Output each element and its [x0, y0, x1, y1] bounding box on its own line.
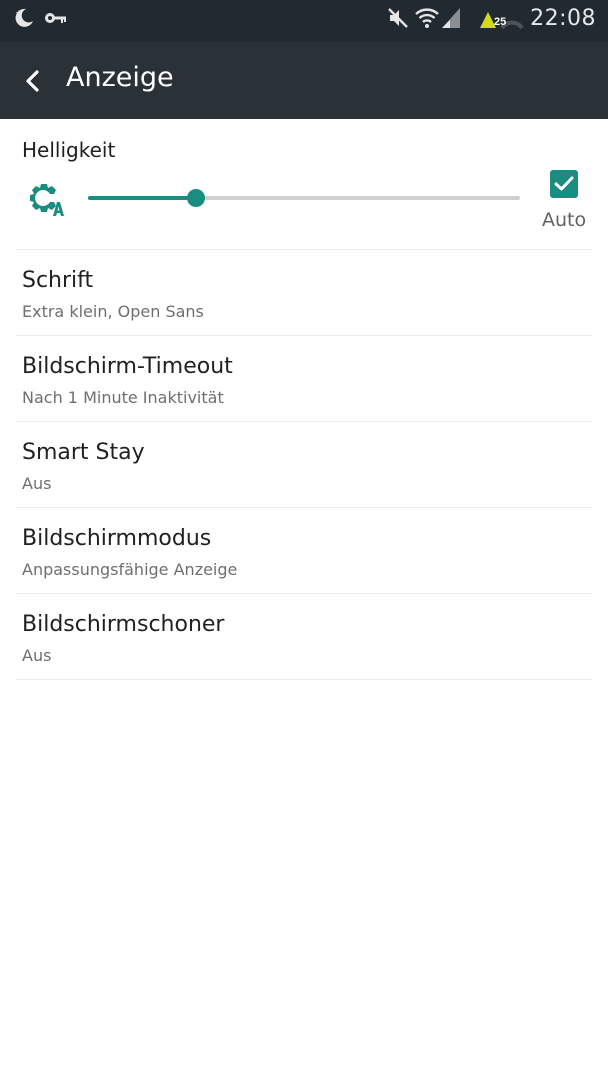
auto-label: Auto: [542, 209, 587, 231]
mute-icon: [388, 8, 408, 28]
setting-title: Bildschirm-Timeout: [22, 354, 233, 379]
auto-brightness-icon: [30, 184, 64, 216]
status-bar: 25 22:08: [0, 0, 608, 42]
setting-item-screen-mode[interactable]: Bildschirmmodus Anpassungsfähige Anzeige: [0, 508, 608, 594]
battery-level: 25: [494, 16, 507, 28]
setting-subtitle: Aus: [22, 646, 52, 665]
slider-fill: [88, 196, 196, 200]
setting-item-smart-stay[interactable]: Smart Stay Aus: [0, 422, 608, 508]
key-icon: [45, 13, 66, 23]
moon-star-icon: [15, 8, 34, 27]
signal-icon: [442, 8, 460, 28]
status-time: 22:08: [530, 6, 596, 31]
brightness-label: Helligkeit: [22, 138, 116, 162]
brightness-section: Helligkeit Auto: [0, 119, 608, 250]
wifi-icon: [415, 8, 439, 28]
divider: [16, 679, 592, 680]
back-button[interactable]: [14, 62, 52, 100]
setting-title: Bildschirmschoner: [22, 612, 225, 637]
setting-title: Bildschirmmodus: [22, 526, 212, 551]
setting-subtitle: Nach 1 Minute Inaktivität: [22, 388, 224, 407]
page-title: Anzeige: [66, 62, 174, 93]
setting-item-screen-timeout[interactable]: Bildschirm-Timeout Nach 1 Minute Inaktiv…: [0, 336, 608, 422]
app-bar: Anzeige: [0, 42, 608, 119]
setting-item-font[interactable]: Schrift Extra klein, Open Sans: [0, 250, 608, 336]
setting-subtitle: Aus: [22, 474, 52, 493]
setting-subtitle: Extra klein, Open Sans: [22, 302, 204, 321]
setting-item-screensaver[interactable]: Bildschirmschoner Aus: [0, 594, 608, 680]
brightness-slider[interactable]: [88, 183, 520, 213]
auto-checkbox[interactable]: [550, 170, 578, 198]
setting-subtitle: Anpassungsfähige Anzeige: [22, 560, 238, 579]
slider-thumb[interactable]: [187, 189, 205, 207]
chevron-left-icon: [26, 70, 39, 92]
checkmark-icon: [554, 176, 574, 191]
setting-title: Smart Stay: [22, 440, 145, 465]
setting-title: Schrift: [22, 268, 94, 293]
